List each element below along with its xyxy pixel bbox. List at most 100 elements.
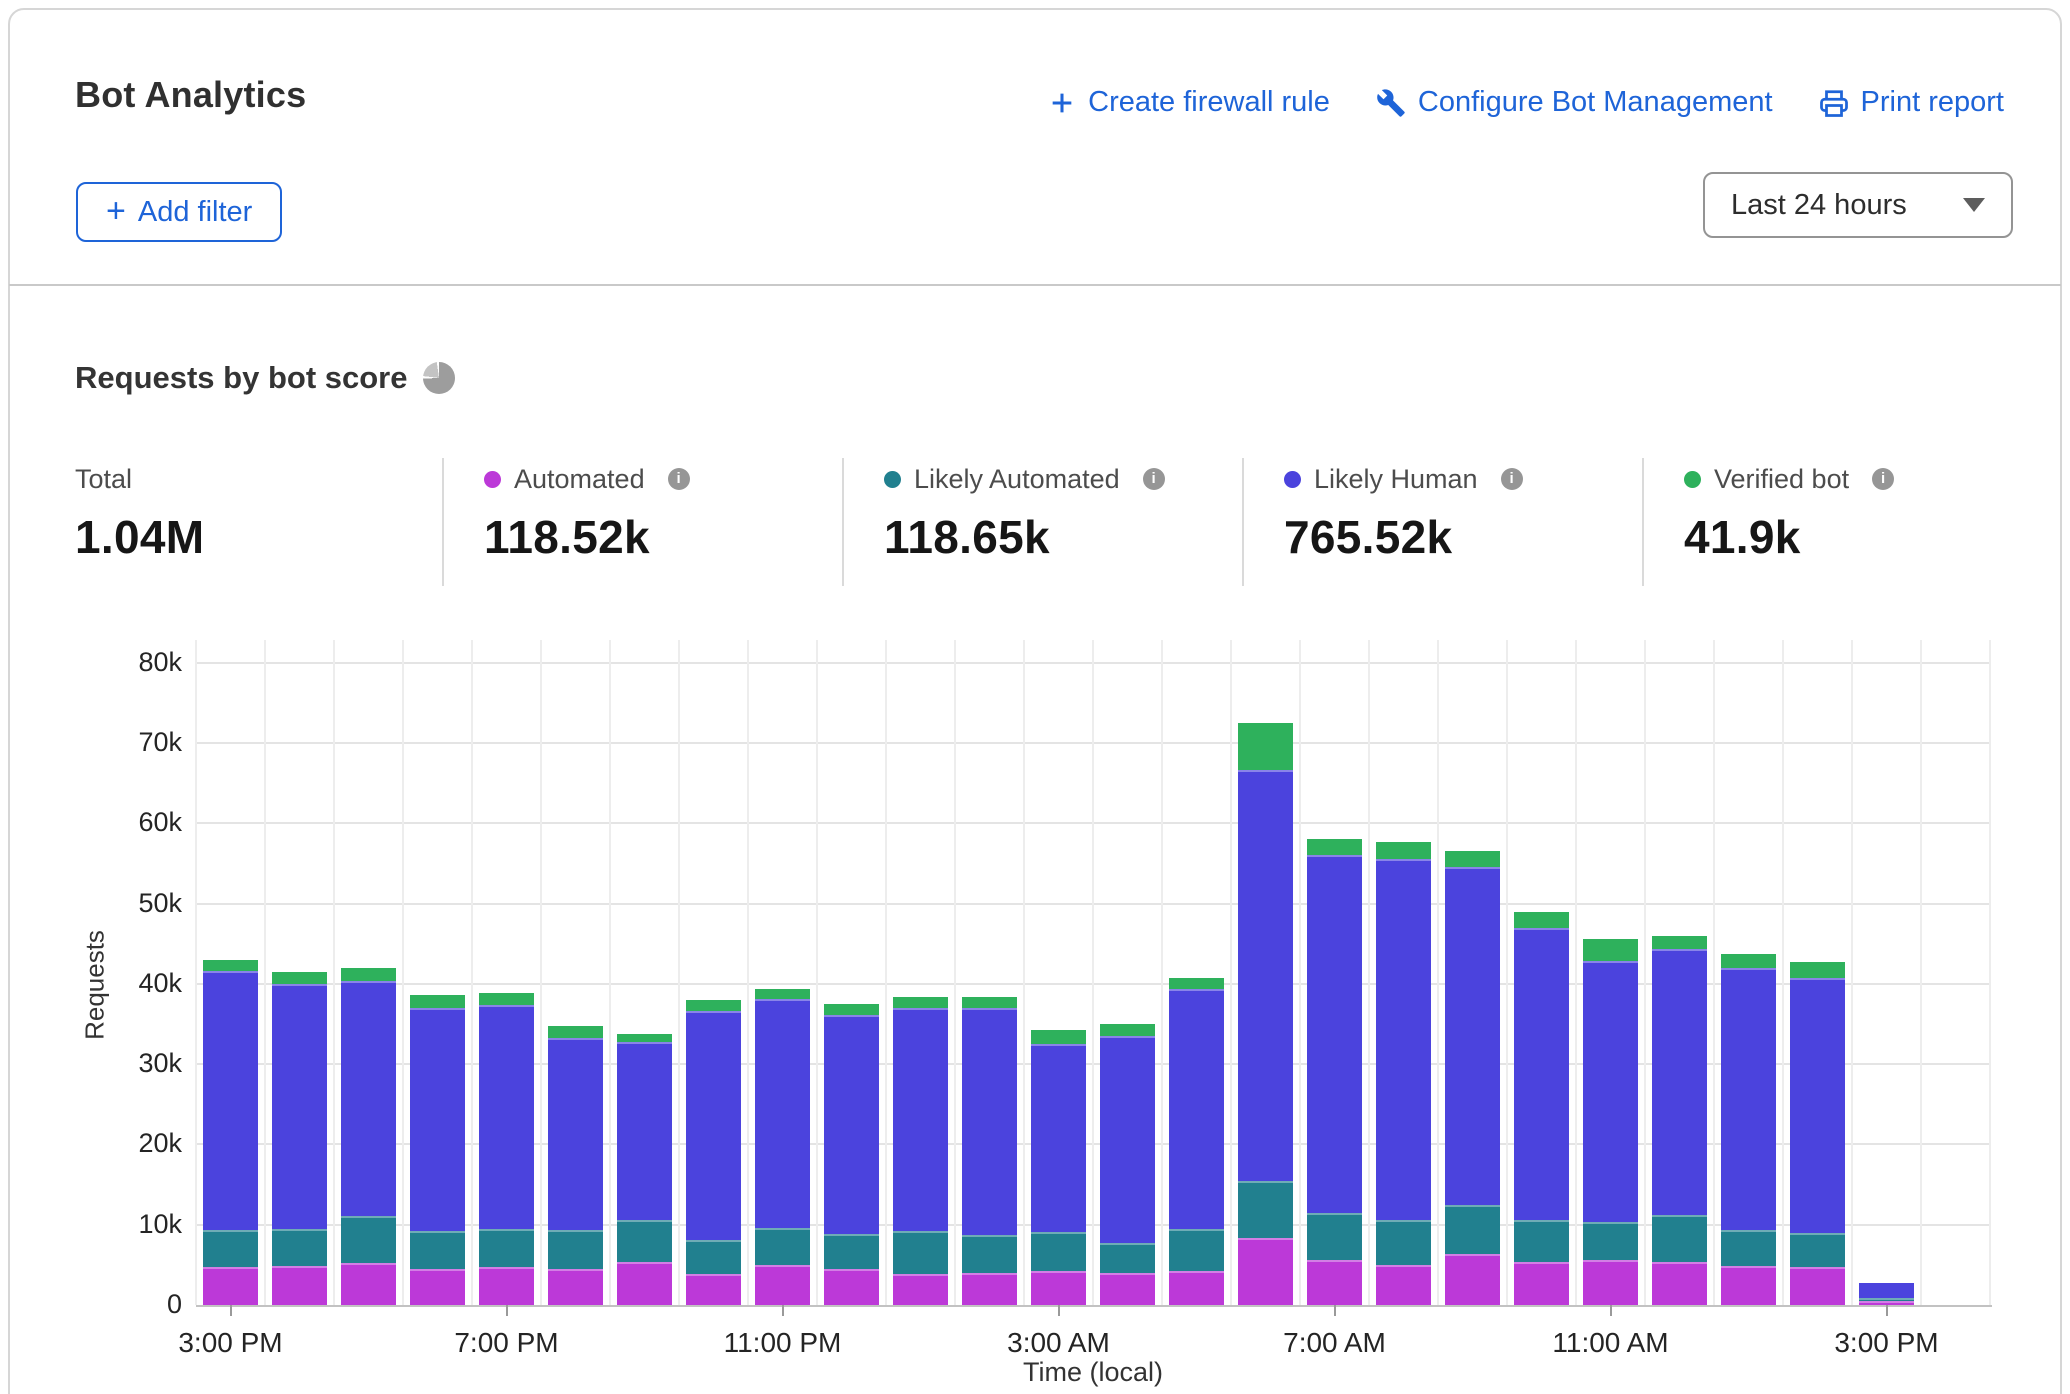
create-firewall-rule-link[interactable]: Create firewall rule xyxy=(1048,86,1330,119)
info-icon[interactable]: i xyxy=(1501,468,1523,490)
bar-1100am[interactable] xyxy=(1583,939,1638,1305)
bar-200am[interactable] xyxy=(962,997,1017,1305)
bar-1000am[interactable] xyxy=(1514,912,1569,1305)
action-label: Create firewall rule xyxy=(1088,86,1330,119)
bar-segment-likely-human xyxy=(1376,859,1431,1220)
bar-1100pm[interactable] xyxy=(755,989,810,1305)
stat-label: Likely Human xyxy=(1314,464,1478,495)
stat-likely_automated: Likely Automatedi118.65k xyxy=(842,458,1242,586)
bar-segment-verified-bot xyxy=(1652,936,1707,949)
y-axis-tick-label: 80k xyxy=(58,647,182,678)
x-axis-tick xyxy=(506,1305,508,1316)
print-report-link[interactable]: Print report xyxy=(1819,86,2004,119)
bar-segment-verified-bot xyxy=(893,997,948,1008)
bar-1200am[interactable] xyxy=(824,1004,879,1305)
bar-900pm[interactable] xyxy=(617,1034,672,1305)
bar-300am[interactable] xyxy=(1031,1030,1086,1305)
bar-800pm[interactable] xyxy=(548,1026,603,1305)
bar-segment-likely-human xyxy=(1031,1044,1086,1232)
gridline-vertical xyxy=(1023,640,1025,1305)
bar-segment-likely-human xyxy=(1445,867,1500,1206)
wrench-icon xyxy=(1376,88,1406,118)
stat-total: Total 1.04M xyxy=(75,458,442,586)
bot-analytics-page: Bot Analytics Create firewall rule Confi… xyxy=(0,0,2070,1394)
bar-100am[interactable] xyxy=(893,997,948,1305)
gridline-vertical xyxy=(1161,640,1163,1305)
bar-segment-likely-human xyxy=(410,1008,465,1231)
x-axis-tick xyxy=(1610,1305,1612,1316)
bar-segment-likely-human xyxy=(548,1038,603,1231)
bar-1000pm[interactable] xyxy=(686,1000,741,1305)
x-axis-tick-label: 11:00 PM xyxy=(673,1327,893,1359)
bar-1200pm[interactable] xyxy=(1652,936,1707,1305)
bar-segment-likely-human xyxy=(479,1005,534,1229)
bar-segment-verified-bot xyxy=(1031,1030,1086,1044)
gridline-vertical xyxy=(1299,640,1301,1305)
info-icon[interactable]: i xyxy=(1872,468,1894,490)
bar-segment-verified-bot xyxy=(1307,839,1362,854)
y-axis-tick-label: 0 xyxy=(58,1289,182,1320)
bar-segment-automated xyxy=(1238,1238,1293,1305)
bar-segment-automated xyxy=(1652,1262,1707,1305)
bar-800am[interactable] xyxy=(1376,842,1431,1305)
bar-segment-likely-automated xyxy=(1652,1215,1707,1262)
gridline-vertical xyxy=(1575,640,1577,1305)
bar-300pm[interactable] xyxy=(203,960,258,1305)
stat-label: Likely Automated xyxy=(914,464,1120,495)
bar-segment-likely-human xyxy=(1790,978,1845,1233)
bar-segment-verified-bot xyxy=(203,960,258,971)
gridline-vertical xyxy=(1230,640,1232,1305)
bar-segment-likely-human xyxy=(686,1011,741,1240)
bar-segment-likely-human xyxy=(1859,1283,1914,1297)
bar-segment-automated xyxy=(686,1274,741,1305)
x-axis-tick xyxy=(782,1305,784,1316)
bar-500pm[interactable] xyxy=(341,968,396,1305)
y-axis-tick-label: 50k xyxy=(58,888,182,919)
bar-segment-verified-bot xyxy=(1583,939,1638,961)
gridline-vertical xyxy=(1092,640,1094,1305)
y-axis-tick-label: 60k xyxy=(58,807,182,838)
bar-600pm[interactable] xyxy=(410,995,465,1305)
time-range-select[interactable]: Last 24 hours xyxy=(1703,172,2013,238)
bar-segment-automated xyxy=(548,1269,603,1305)
bar-300pm[interactable] xyxy=(1859,1283,1914,1305)
bar-segment-likely-automated xyxy=(1376,1220,1431,1265)
info-icon[interactable]: i xyxy=(668,468,690,490)
gridline-vertical xyxy=(678,640,680,1305)
bar-segment-likely-human xyxy=(272,984,327,1229)
action-label: Configure Bot Management xyxy=(1418,86,1773,119)
bar-segment-likely-automated xyxy=(617,1220,672,1262)
bar-segment-verified-bot xyxy=(1376,842,1431,859)
bar-700am[interactable] xyxy=(1307,839,1362,1305)
bar-500am[interactable] xyxy=(1169,978,1224,1305)
add-filter-button[interactable]: + Add filter xyxy=(76,182,282,242)
gridline-vertical xyxy=(195,640,197,1305)
bar-400pm[interactable] xyxy=(272,972,327,1305)
bar-100pm[interactable] xyxy=(1721,954,1776,1305)
info-icon[interactable]: i xyxy=(1143,468,1165,490)
bar-200pm[interactable] xyxy=(1790,962,1845,1305)
bar-segment-likely-human xyxy=(824,1015,879,1233)
gridline-vertical xyxy=(1782,640,1784,1305)
bar-segment-likely-human xyxy=(341,981,396,1216)
bar-segment-likely-automated xyxy=(1100,1243,1155,1273)
bar-700pm[interactable] xyxy=(479,993,534,1305)
gridline-vertical xyxy=(540,640,542,1305)
header-actions: Create firewall rule Configure Bot Manag… xyxy=(1048,86,2004,119)
bar-900am[interactable] xyxy=(1445,851,1500,1305)
bar-400am[interactable] xyxy=(1100,1024,1155,1305)
configure-bot-management-link[interactable]: Configure Bot Management xyxy=(1376,86,1773,119)
stat-verified_bot: Verified boti41.9k xyxy=(1642,458,2042,586)
bar-600am[interactable] xyxy=(1238,723,1293,1305)
stat-value: 765.52k xyxy=(1284,510,1642,564)
bar-segment-automated xyxy=(1376,1265,1431,1305)
bar-segment-automated xyxy=(1100,1273,1155,1305)
bar-segment-verified-bot xyxy=(1790,962,1845,978)
bar-segment-likely-automated xyxy=(1445,1205,1500,1253)
x-axis-tick-label: 3:00 PM xyxy=(121,1327,341,1359)
gridline-vertical xyxy=(1851,640,1853,1305)
stat-automated: Automatedi118.52k xyxy=(442,458,842,586)
bar-segment-likely-automated xyxy=(272,1229,327,1266)
bar-segment-verified-bot xyxy=(1514,912,1569,928)
x-axis-title: Time (local) xyxy=(1023,1357,1163,1388)
